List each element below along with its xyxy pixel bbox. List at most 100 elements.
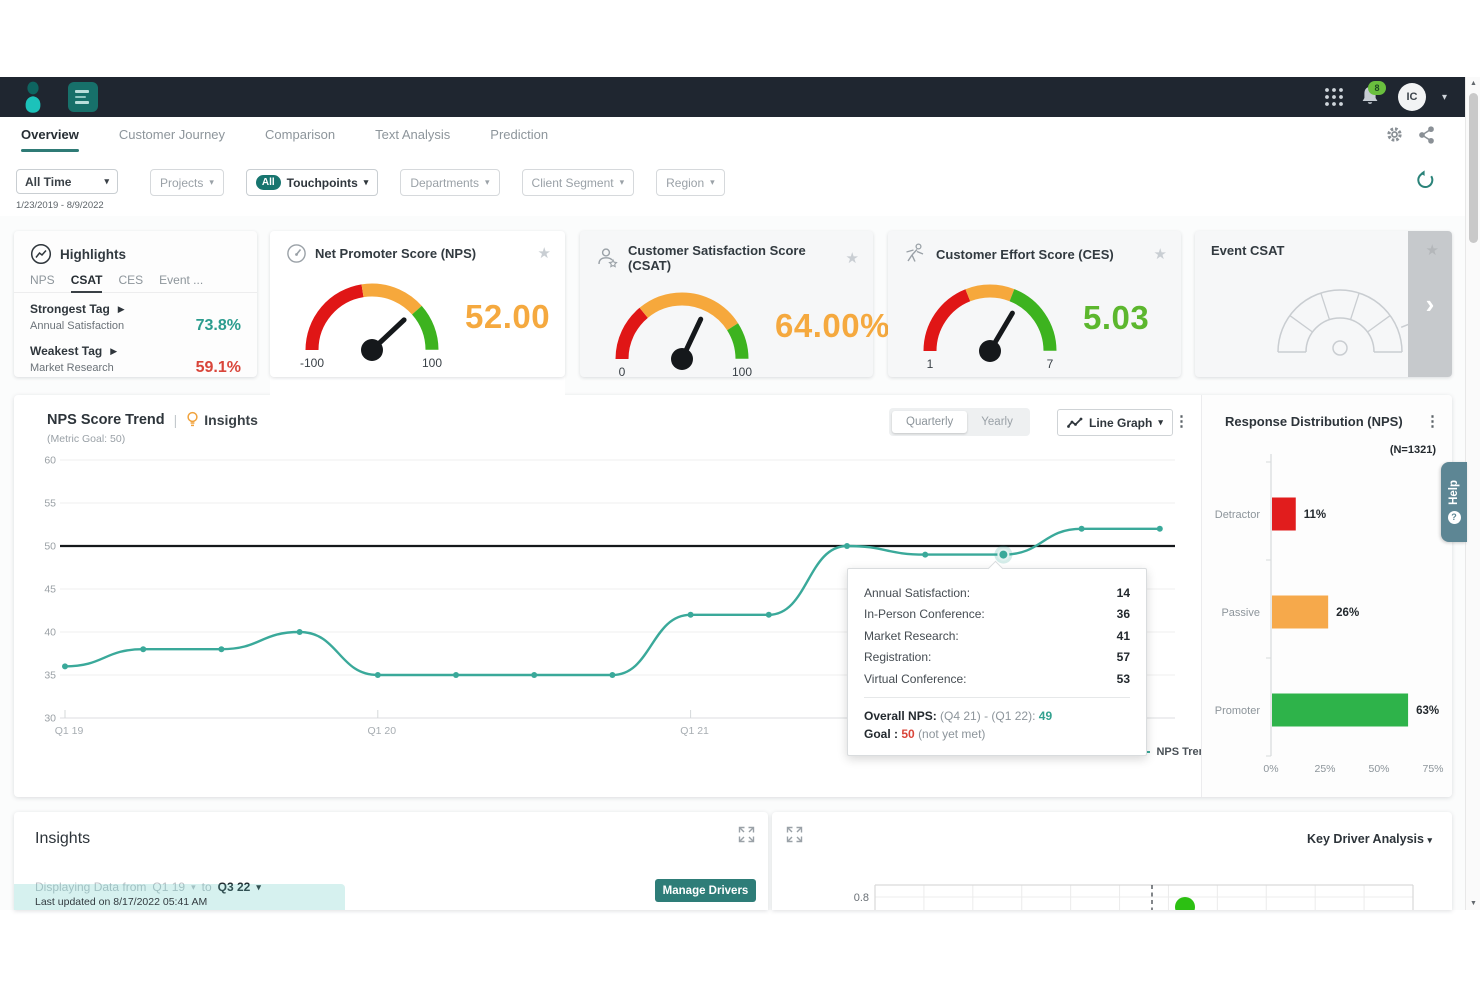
highlights-tab-ces[interactable]: CES: [118, 273, 143, 292]
strongest-tag-label: Strongest Tag: [30, 302, 110, 316]
svg-text:Promoter: Promoter: [1215, 705, 1261, 717]
kpi-card-csat: Customer Satisfaction Score (CSAT)★01006…: [580, 231, 873, 377]
highlights-tab-nps[interactable]: NPS: [30, 273, 55, 292]
tooltip-row-label: Registration:: [864, 650, 931, 664]
account-menu-chevron-down-icon[interactable]: ▾: [1442, 92, 1447, 103]
svg-text:-100: -100: [300, 356, 324, 370]
goal-note: (not yet met): [918, 727, 985, 741]
favorite-star-icon[interactable]: ★: [1154, 247, 1167, 262]
svg-text:Q1 19: Q1 19: [55, 725, 84, 737]
trend-kebab-menu[interactable]: ⋮: [1174, 414, 1189, 429]
insights-panel: Insights Displaying Data from Q1 19 ▾ to…: [14, 812, 768, 910]
key-driver-chart[interactable]: 0.8: [772, 876, 1452, 910]
lightbulb-icon: [186, 411, 199, 428]
favorite-star-icon[interactable]: ★: [846, 251, 859, 266]
notifications-bell-icon[interactable]: 8: [1360, 85, 1382, 109]
svg-text:100: 100: [732, 365, 752, 379]
tab-prediction[interactable]: Prediction: [490, 117, 548, 152]
apps-grid-icon[interactable]: [1324, 87, 1344, 107]
filter-projects[interactable]: Projects▾: [150, 169, 224, 196]
tooltip-row-label: Market Research:: [864, 629, 959, 643]
distribution-bar-chart[interactable]: Detractor11%Passive26%Promoter63%0%25%50…: [1202, 440, 1452, 785]
tooltip-row-value: 36: [1117, 607, 1130, 621]
svg-text:Q1 21: Q1 21: [680, 725, 709, 737]
user-avatar[interactable]: IC: [1398, 83, 1426, 111]
help-tab[interactable]: Help ?: [1441, 462, 1467, 542]
chart-type-select[interactable]: Line Graph ▾: [1057, 409, 1173, 436]
key-driver-panel: Key Driver Analysis ▾ 0.8: [772, 812, 1452, 910]
tab-overview[interactable]: Overview: [21, 117, 79, 152]
tab-text-analysis[interactable]: Text Analysis: [375, 117, 450, 152]
kpi-card-title: Customer Effort Score (CES): [936, 247, 1114, 262]
filter-label: Client Segment: [532, 176, 614, 190]
svg-text:100: 100: [422, 356, 442, 370]
tooltip-row-value: 14: [1117, 586, 1130, 600]
time-range-filter[interactable]: All Time ▾: [16, 169, 118, 194]
tooltip-row-value: 57: [1117, 650, 1130, 664]
svg-text:75%: 75%: [1422, 763, 1443, 775]
app-switcher-menu-icon[interactable]: [68, 82, 98, 112]
filter-bar: All Time ▾ 1/23/2019 - 8/9/2022 Projects…: [0, 160, 1465, 217]
brand-logo-icon[interactable]: [20, 80, 46, 114]
distribution-kebab-menu[interactable]: ⋮: [1425, 414, 1440, 429]
nav-tab-bar: Overview Customer Journey Comparison Text A…: [0, 117, 1465, 152]
chevron-down-icon: ▾: [620, 177, 625, 188]
filter-label: Touchpoints: [287, 176, 358, 190]
divider: |: [174, 412, 178, 428]
svg-text:Detractor: Detractor: [1215, 509, 1261, 521]
insights-toggle[interactable]: Insights: [186, 411, 258, 428]
kpi-card-title: Net Promoter Score (NPS): [315, 246, 476, 261]
tab-customer-journey[interactable]: Customer Journey: [119, 117, 225, 152]
settings-gear-icon[interactable]: [1385, 125, 1404, 144]
date-range-label: 1/23/2019 - 8/9/2022: [16, 200, 104, 211]
strongest-tag-name: Annual Satisfaction: [30, 320, 124, 332]
kpi-value: 52.00: [465, 298, 550, 336]
kpi-card-ces: Customer Effort Score (CES)★175.03: [888, 231, 1181, 377]
svg-text:55: 55: [44, 498, 56, 510]
scroll-up-arrow-icon[interactable]: ▲: [1466, 80, 1480, 87]
scrollbar-thumb[interactable]: [1469, 93, 1478, 243]
carousel-next-control[interactable]: ›★: [1408, 231, 1452, 377]
filter-label: Region: [666, 176, 704, 190]
key-driver-analysis-select[interactable]: Key Driver Analysis ▾: [1307, 832, 1432, 846]
weakest-tag-row[interactable]: Weakest Tag ▶: [14, 335, 257, 358]
chevron-right-icon: ›: [1426, 289, 1435, 320]
tooltip-row: Registration: 57: [864, 647, 1130, 669]
filter-touchpoints[interactable]: AllTouchpoints▾: [246, 169, 378, 196]
filter-departments[interactable]: Departments▾: [400, 169, 499, 196]
highlights-tab-csat[interactable]: CSAT: [71, 273, 103, 292]
filter-label: Projects: [160, 176, 203, 190]
tooltip-row: Market Research:41: [864, 625, 1130, 647]
expand-icon[interactable]: [738, 826, 755, 843]
svg-text:7: 7: [1047, 357, 1054, 371]
tooltip-divider: [864, 697, 1130, 698]
kpi-card-nps: Net Promoter Score (NPS) ★ -100 100 52.00: [270, 231, 565, 377]
kpi-card-event-csat: Event CSAT★›★: [1195, 231, 1452, 377]
favorite-star-icon[interactable]: ★: [538, 246, 551, 261]
svg-text:26%: 26%: [1336, 607, 1359, 619]
scroll-down-arrow-icon[interactable]: ▼: [1466, 900, 1480, 907]
share-icon[interactable]: [1418, 126, 1435, 144]
vertical-scrollbar[interactable]: ▲ ▼: [1465, 77, 1480, 910]
svg-text:63%: 63%: [1416, 705, 1439, 717]
filter-client-segment[interactable]: Client Segment ▾: [522, 169, 635, 196]
refresh-icon[interactable]: [1415, 170, 1435, 190]
tooltip-row-value: 53: [1117, 672, 1130, 686]
chevron-down-icon: ▾: [1158, 417, 1163, 428]
svg-text:Q1 20: Q1 20: [367, 725, 396, 737]
strongest-tag-row[interactable]: Strongest Tag ▶: [14, 293, 257, 316]
highlights-tab-event[interactable]: Event ...: [159, 273, 203, 292]
toggle-yearly[interactable]: Yearly: [967, 411, 1027, 433]
chevron-down-icon: ▾: [710, 177, 715, 188]
toggle-quarterly[interactable]: Quarterly: [892, 411, 967, 433]
filter-label: Departments: [410, 176, 479, 190]
expand-icon[interactable]: [786, 826, 803, 843]
overall-nps-value: 49: [1039, 709, 1052, 723]
tab-comparison[interactable]: Comparison: [265, 117, 335, 152]
chart-tooltip: Annual Satisfaction:14In-Person Conferen…: [847, 568, 1147, 756]
chevron-right-icon: ▶: [110, 346, 117, 357]
person-effort-icon: [904, 243, 928, 265]
svg-text:0%: 0%: [1263, 763, 1278, 775]
manage-drivers-button[interactable]: Manage Drivers: [655, 879, 756, 902]
filter-region[interactable]: Region ▾: [656, 169, 725, 196]
